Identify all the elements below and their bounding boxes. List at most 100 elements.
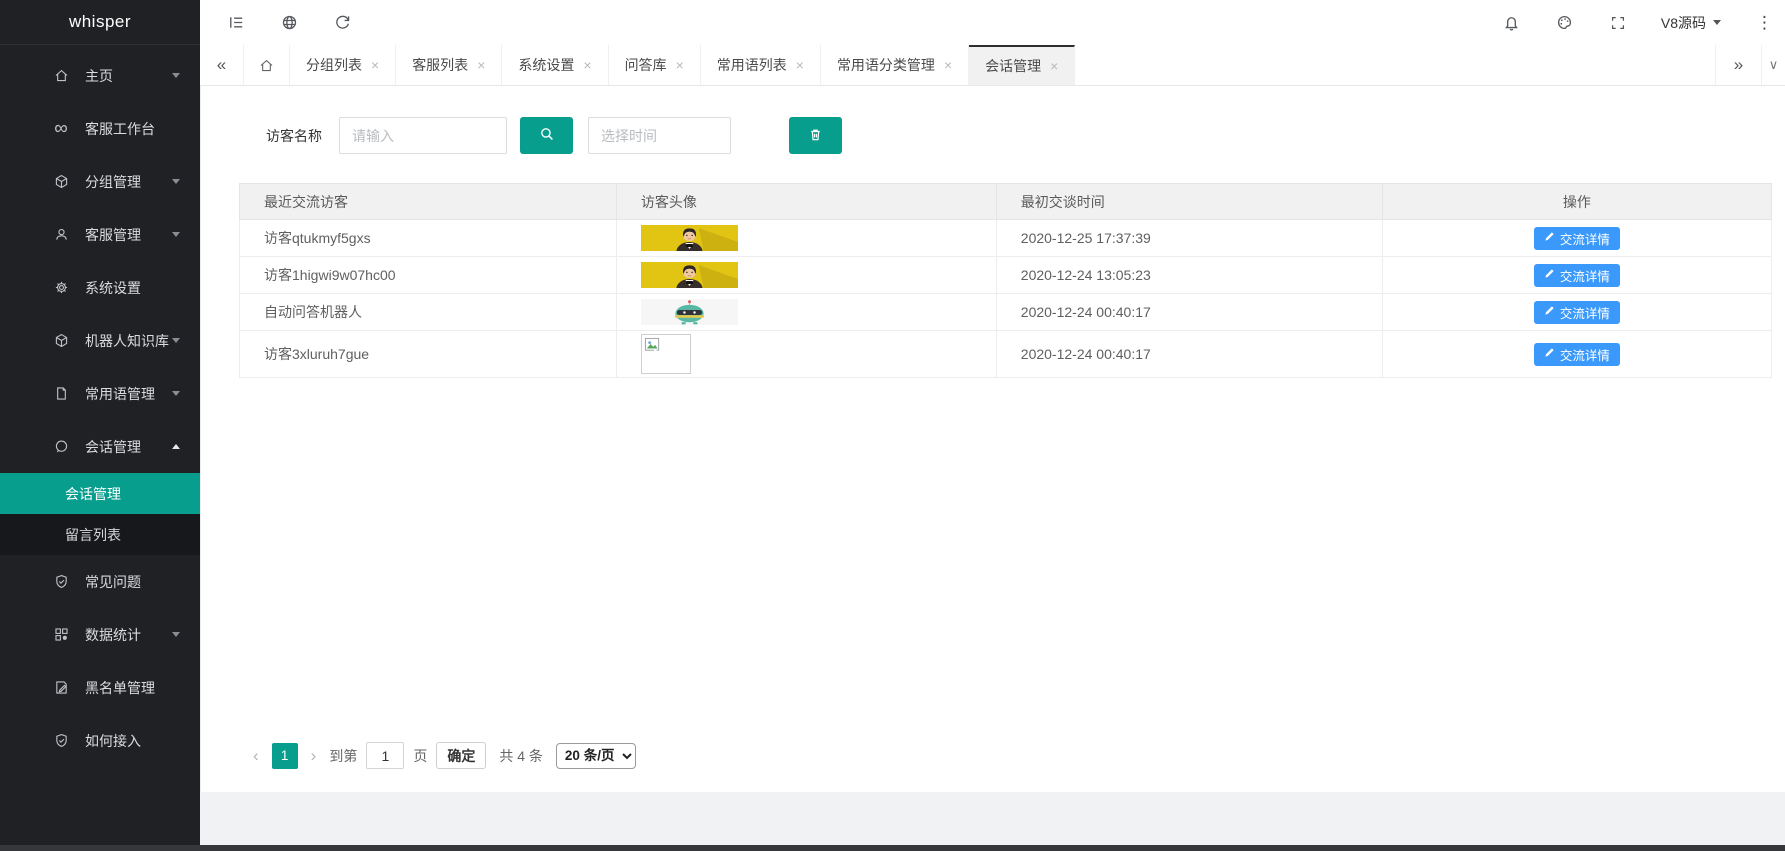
- sidebar-item-label: 如何接入: [85, 731, 180, 751]
- close-icon[interactable]: ×: [944, 58, 952, 72]
- chat-detail-label: 交流详情: [1560, 229, 1610, 248]
- submenu-item-label: 留言列表: [65, 525, 121, 545]
- globe-icon[interactable]: [279, 13, 299, 33]
- topbar: V8源码 ⋮: [200, 0, 1785, 45]
- chevron-down-icon: [1713, 20, 1721, 25]
- sidebar-item-agents[interactable]: 客服管理: [0, 208, 200, 261]
- chat-detail-button[interactable]: 交流详情: [1534, 301, 1620, 324]
- close-icon[interactable]: ×: [477, 58, 485, 72]
- sidebar-item-blacklist[interactable]: 黑名单管理: [0, 661, 200, 714]
- visitor-name-input[interactable]: [339, 117, 507, 154]
- visitor-name: 自动问答机器人: [240, 294, 617, 331]
- broken-image-icon: [641, 334, 691, 374]
- version-label: V8源码: [1661, 13, 1706, 33]
- version-dropdown[interactable]: V8源码: [1661, 13, 1721, 33]
- first-chat-time: 2020-12-25 17:37:39: [996, 220, 1382, 257]
- tabs-scroll-left[interactable]: «: [200, 45, 244, 85]
- tab-system-settings[interactable]: 系统设置 ×: [502, 45, 608, 85]
- theme-palette-icon[interactable]: [1555, 13, 1575, 33]
- collapse-sidebar-icon[interactable]: [226, 13, 246, 33]
- table-row: 访客qtukmyf5gxs: [240, 220, 1772, 257]
- cube-icon: [52, 332, 70, 350]
- chevron-down-icon: [172, 232, 180, 237]
- goto-page-input[interactable]: [366, 742, 404, 769]
- sidebar-item-stats[interactable]: 数据统计: [0, 608, 200, 661]
- pencil-icon: [1544, 268, 1555, 282]
- visitor-avatar-cell: [616, 220, 996, 257]
- next-page-icon[interactable]: ›: [307, 746, 321, 766]
- sidebar-item-how-to-access[interactable]: 如何接入: [0, 714, 200, 767]
- sidebar-item-workbench[interactable]: ∞ 客服工作台: [0, 102, 200, 155]
- chat-detail-button[interactable]: 交流详情: [1534, 343, 1620, 366]
- close-icon[interactable]: ×: [371, 58, 379, 72]
- header-actions: 操作: [1382, 184, 1771, 220]
- submenu-item-session-management[interactable]: 会话管理: [0, 473, 200, 514]
- chat-detail-button[interactable]: 交流详情: [1534, 264, 1620, 287]
- chevron-up-icon: [172, 444, 180, 449]
- sidebar-item-settings[interactable]: 系统设置: [0, 261, 200, 314]
- sidebar-item-faq[interactable]: 常见问题: [0, 555, 200, 608]
- delete-button[interactable]: [789, 117, 842, 154]
- close-icon[interactable]: ×: [796, 58, 804, 72]
- sidebar-item-label: 黑名单管理: [85, 678, 180, 698]
- sidebar-item-phrases[interactable]: 常用语管理: [0, 367, 200, 420]
- page-number-button[interactable]: 1: [272, 743, 298, 769]
- chevron-down-icon: [172, 73, 180, 78]
- sidebar-item-label: 常用语管理: [85, 384, 172, 404]
- shield-check-icon: [52, 732, 70, 750]
- tab-agent-list[interactable]: 客服列表 ×: [396, 45, 502, 85]
- first-chat-time: 2020-12-24 13:05:23: [996, 257, 1382, 294]
- sidebar-menu: 主页 ∞ 客服工作台 分组管理 客服管理 系统设置: [0, 45, 200, 767]
- cube-icon: [52, 173, 70, 191]
- sidebar-item-home[interactable]: 主页: [0, 49, 200, 102]
- sidebar-item-robot-kb[interactable]: 机器人知识库: [0, 314, 200, 367]
- chat-icon: [52, 438, 70, 456]
- sidebar-item-label: 机器人知识库: [85, 331, 172, 351]
- sidebar-item-label: 客服工作台: [85, 119, 180, 139]
- fullscreen-icon[interactable]: [1608, 13, 1628, 33]
- more-options-icon[interactable]: ⋮: [1754, 13, 1775, 33]
- confirm-button[interactable]: 确定: [436, 742, 486, 769]
- table-row: 访客3xluruh7gue: [240, 331, 1772, 378]
- tabbar-spacer: [1075, 45, 1715, 85]
- bottom-bar: [0, 845, 1785, 851]
- time-picker-input[interactable]: [588, 117, 731, 154]
- tab-label: 常用语列表: [717, 55, 787, 75]
- tab-label: 常用语分类管理: [837, 55, 935, 75]
- close-icon[interactable]: ×: [1050, 59, 1058, 73]
- actions-cell: 交流详情: [1382, 331, 1771, 378]
- page-size-select[interactable]: 20 条/页: [556, 743, 636, 769]
- visitor-name: 访客1higwi9w07hc00: [240, 257, 617, 294]
- chevron-down-icon: [172, 632, 180, 637]
- tab-phrase-category[interactable]: 常用语分类管理 ×: [821, 45, 969, 85]
- submenu-item-message-list[interactable]: 留言列表: [0, 514, 200, 555]
- document-icon: [52, 385, 70, 403]
- prev-page-icon[interactable]: ‹: [249, 746, 263, 766]
- bell-icon[interactable]: [1502, 13, 1522, 33]
- close-icon[interactable]: ×: [676, 58, 684, 72]
- search-icon: [538, 125, 556, 146]
- chat-detail-button[interactable]: 交流详情: [1534, 227, 1620, 250]
- refresh-icon[interactable]: [332, 13, 352, 33]
- user-icon: [52, 226, 70, 244]
- tabs-dropdown[interactable]: ∨: [1761, 45, 1785, 85]
- tab-session-management[interactable]: 会话管理 ×: [969, 45, 1075, 85]
- header-first-chat-time: 最初交谈时间: [996, 184, 1382, 220]
- close-icon[interactable]: ×: [583, 58, 591, 72]
- total-count-label: 共 4 条: [499, 746, 543, 766]
- visitor-avatar-cell: [616, 257, 996, 294]
- search-button[interactable]: [520, 117, 573, 154]
- tab-group-list[interactable]: 分组列表 ×: [290, 45, 396, 85]
- sidebar-item-groups[interactable]: 分组管理: [0, 155, 200, 208]
- pencil-icon: [1544, 347, 1555, 361]
- sidebar-item-sessions[interactable]: 会话管理: [0, 420, 200, 473]
- chevron-down-icon: [172, 179, 180, 184]
- sidebar-item-label: 客服管理: [85, 225, 172, 245]
- home-tab[interactable]: [244, 45, 290, 85]
- tab-phrase-list[interactable]: 常用语列表 ×: [701, 45, 821, 85]
- tab-label: 会话管理: [985, 56, 1041, 76]
- actions-cell: 交流详情: [1382, 257, 1771, 294]
- tab-qa-library[interactable]: 问答库 ×: [609, 45, 701, 85]
- sessions-submenu: 会话管理 留言列表: [0, 473, 200, 555]
- tabs-scroll-right[interactable]: »: [1715, 45, 1761, 85]
